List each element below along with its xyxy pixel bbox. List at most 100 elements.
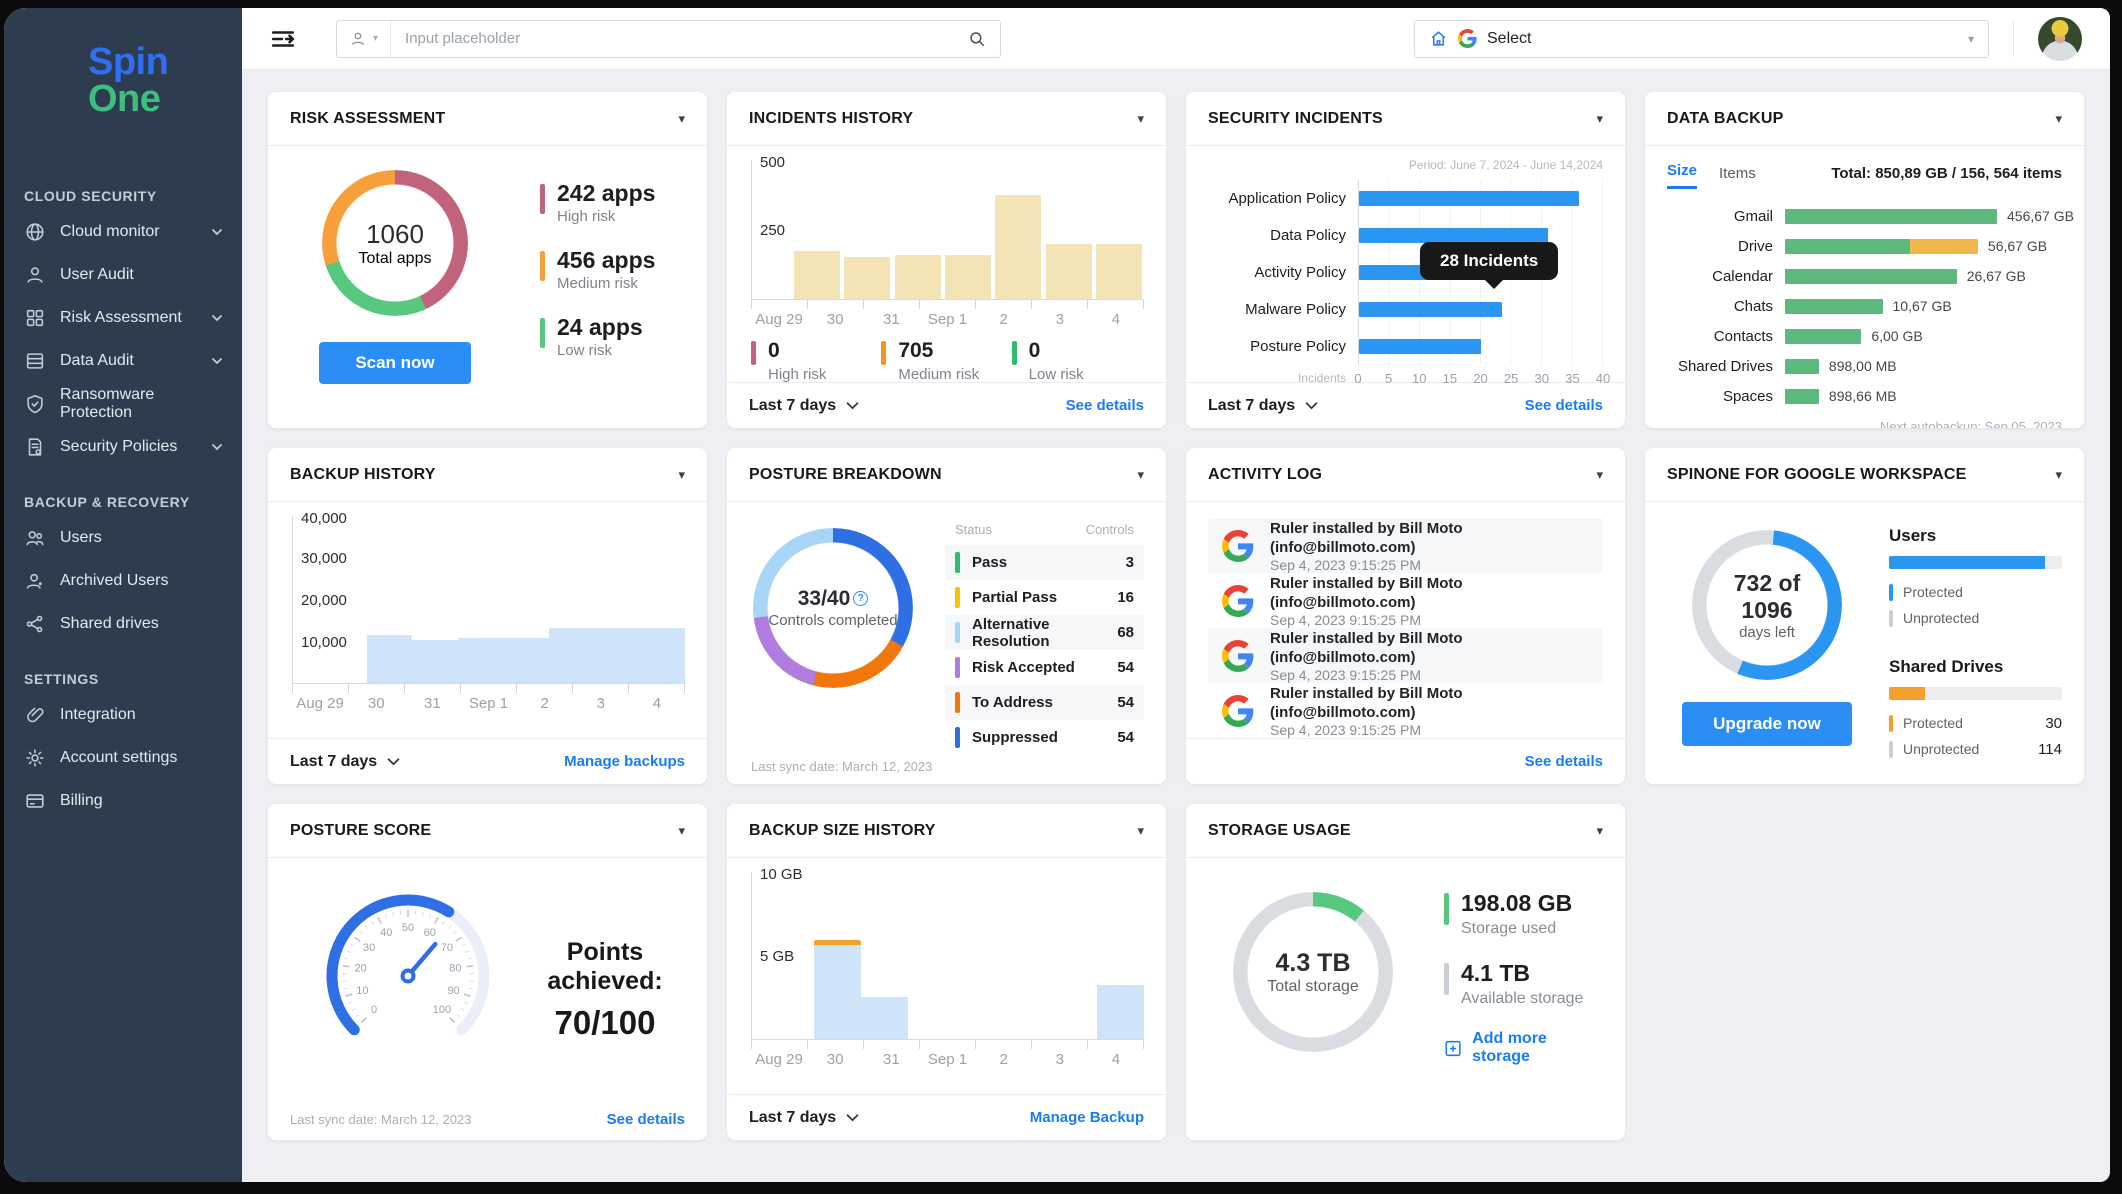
protection-legend-protected: Protected <box>1889 579 2062 605</box>
chevron-down-icon[interactable]: ▾ <box>1596 111 1603 127</box>
range-selector[interactable]: Last 7 days <box>749 397 859 415</box>
status-row-pass: Pass 3 <box>945 545 1144 580</box>
sidebar-item-label: User Audit <box>60 265 134 283</box>
legend-label: High risk <box>768 366 827 383</box>
dashboard-grid: RISK ASSESSMENT ▾ 1060 Total apps Scan n… <box>242 70 2110 1162</box>
bar <box>995 195 1042 299</box>
sidebar-item-shared-drives[interactable]: Shared drives <box>4 602 242 645</box>
chevron-down-icon[interactable]: ▾ <box>1137 111 1144 127</box>
chevron-down-icon[interactable]: ▾ <box>1137 823 1144 839</box>
service-bar <box>1785 328 1862 344</box>
controls-count: 16 <box>1117 589 1134 606</box>
legend-text: 0 High risk <box>768 338 826 383</box>
range-selector[interactable]: Last 7 days <box>290 753 400 771</box>
manage-backups-link[interactable]: Manage backups <box>564 753 685 770</box>
scan-now-button[interactable]: Scan now <box>319 342 471 384</box>
tab-items[interactable]: Items <box>1719 165 1756 189</box>
sidebar-section-label: BACKUP & RECOVERY <box>24 494 190 510</box>
service-bar <box>1785 268 1957 284</box>
range-selector[interactable]: Last 7 days <box>749 1109 859 1127</box>
see-details-link[interactable]: See details <box>1525 753 1603 770</box>
chevron-down-icon[interactable]: ▾ <box>1137 467 1144 483</box>
controls-completed-value: 33/40? <box>798 587 869 611</box>
chevron-down-icon[interactable]: ▾ <box>1596 823 1603 839</box>
legend-marker <box>540 251 545 281</box>
sidebar-item-ransomware-protection[interactable]: Ransomware Protection <box>4 382 242 425</box>
workspace-select[interactable]: Select ▾ <box>1414 19 1989 58</box>
svg-text:70: 70 <box>441 942 453 954</box>
backup-history-chart: 40,000 30,000 20,000 10,000 Aug 29 30 31 Sep 1 2… <box>290 510 685 712</box>
sidebar-item-integration[interactable]: Integration <box>4 693 242 736</box>
see-details-link[interactable]: See details <box>1066 397 1144 414</box>
bar <box>1045 244 1092 299</box>
search-input[interactable] <box>391 30 954 47</box>
activity-text: Ruler installed by Bill Moto (info@billm… <box>1270 684 1589 738</box>
legend-marker <box>751 341 756 365</box>
chevron-down-icon[interactable]: ▾ <box>678 467 685 483</box>
points-achieved-label: Points achieved: <box>547 938 663 995</box>
service-label: Gmail <box>1733 207 1773 225</box>
see-details-link[interactable]: See details <box>607 1111 685 1128</box>
chevron-down-icon[interactable]: ▾ <box>678 823 685 839</box>
sidebar-item-account-settings[interactable]: Account settings <box>4 736 242 779</box>
bar-green-segment <box>1785 238 1911 254</box>
legend-value: 456 apps <box>557 247 656 273</box>
bar-column <box>894 254 941 299</box>
activity-row: Ruler installed by Bill Moto (info@billm… <box>1208 628 1603 683</box>
legend-label: Low risk <box>557 342 613 359</box>
service-bar <box>1785 388 1819 404</box>
app-window: Spin One CLOUD SECURITY Cloud monitor User… <box>4 8 2110 1182</box>
chevron-down-icon: ▾ <box>373 33 379 44</box>
storage-used-label: Storage used <box>1461 920 1557 937</box>
google-icon <box>1222 529 1254 562</box>
bar-column <box>503 638 549 683</box>
period-label: Period: June 7, 2024 - June 14,2024 <box>1408 158 1603 172</box>
sidebar-item-data-audit[interactable]: Data Audit <box>4 339 242 382</box>
axis-tick-label: 10 <box>1412 371 1427 386</box>
sidebar-item-user-audit[interactable]: User Audit <box>4 253 242 296</box>
total-storage-value: 4.3 TB <box>1275 948 1351 977</box>
share-icon <box>24 613 46 635</box>
add-more-storage-link[interactable]: Add more storage <box>1444 1030 1603 1066</box>
upgrade-now-button[interactable]: Upgrade now <box>1682 702 1852 746</box>
chevron-down-icon[interactable]: ▾ <box>1596 467 1603 483</box>
card-title: BACKUP SIZE HISTORY <box>749 821 936 839</box>
range-selector[interactable]: Last 7 days <box>1208 397 1318 415</box>
see-details-link[interactable]: See details <box>1525 397 1603 414</box>
sidebar-item-users[interactable]: Users <box>4 516 242 559</box>
activity-title: Ruler installed by Bill Moto (info@billm… <box>1270 684 1463 721</box>
manage-backup-link[interactable]: Manage Backup <box>1030 1109 1144 1126</box>
legend-text: 705 Medium risk <box>898 338 979 383</box>
collapse-sidebar-icon[interactable] <box>270 26 296 52</box>
sidebar-item-risk-assessment[interactable]: Risk Assessment <box>4 296 242 339</box>
sidebar-item-billing[interactable]: Billing <box>4 779 242 822</box>
posture-gauge-chart: 010 20 30 40 50 60 70 80 90 100 <box>326 894 490 1036</box>
user-icon <box>351 32 365 45</box>
chevron-down-icon[interactable]: ▾ <box>2055 111 2062 127</box>
policy-bar-track <box>1358 180 1603 217</box>
search-scope-selector[interactable]: ▾ <box>337 20 392 57</box>
legend-label: Low risk <box>1028 366 1084 383</box>
info-icon[interactable]: ? <box>853 590 869 606</box>
bar <box>844 257 891 299</box>
svg-text:20: 20 <box>354 962 366 974</box>
sidebar-item-archived-users[interactable]: Archived Users <box>4 559 242 602</box>
points-achieved-value: 70/100 <box>554 1004 656 1041</box>
chevron-down-icon[interactable]: ▾ <box>2055 467 2062 483</box>
x-axis-label: Sep 1 <box>927 311 968 328</box>
x-axis-labels: Aug 29 30 31 Sep 1 2 3 4 <box>751 311 1144 328</box>
search-icon[interactable] <box>954 30 1000 48</box>
sidebar-item-cloud-monitor[interactable]: Cloud monitor <box>4 210 242 253</box>
policy-row-application-policy: Application Policy <box>1208 180 1603 217</box>
chevron-down-icon: ▾ <box>1967 31 1974 46</box>
chevron-down-icon[interactable]: ▾ <box>678 111 685 127</box>
legend-value: 114 <box>2038 740 2062 758</box>
protection-legend-unprotected: Unprotected 114 <box>1889 736 2062 762</box>
tab-size[interactable]: Size <box>1667 162 1698 189</box>
backup-size-history-chart: 10 GB 5 GB Aug 29 30 31 Sep 1 2 3 4 <box>749 866 1144 1068</box>
service-label: Chats <box>1733 297 1773 315</box>
activity-row: Ruler installed by Bill Moto (info@billm… <box>1208 683 1603 738</box>
bars-area <box>752 160 1144 299</box>
sidebar-item-security-policies[interactable]: Security Policies <box>4 425 242 468</box>
user-avatar[interactable] <box>2038 16 2082 61</box>
